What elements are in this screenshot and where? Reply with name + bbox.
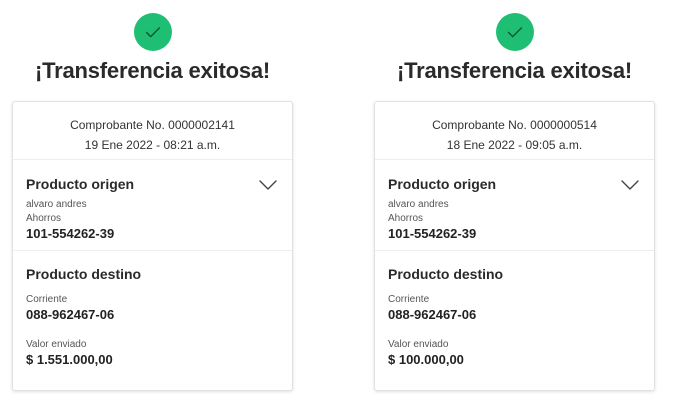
receipt-header: Comprobante No. 0000000514 18 Ene 2022 -… [375,102,654,160]
receipt-number: Comprobante No. 0000000514 [432,118,597,132]
origin-owner: alvaro andres [388,199,449,210]
amount-label: Valor enviado [26,339,87,350]
origin-owner: alvaro andres [26,199,87,210]
origin-product-section[interactable]: Producto origen alvaro andres Ahorros 10… [13,160,292,251]
origin-account-type: Ahorros [388,213,424,224]
receipt-date: 19 Ene 2022 - 08:21 a.m. [84,138,221,152]
success-check-icon [134,13,172,51]
success-title: ¡Transferencia exitosa! [396,58,633,83]
destination-heading: Producto destino [388,266,504,282]
transfer-receipt-card: Comprobante No. 0000000514 18 Ene 2022 -… [374,101,655,391]
receipt-header: Comprobante No. 0000002141 19 Ene 2022 -… [13,102,292,160]
destination-account-type: Corriente [388,294,430,305]
success-check-icon [496,13,534,51]
destination-account-number: 088-962467-06 [26,307,115,322]
origin-account-type: Ahorros [26,213,62,224]
destination-product-section: Producto destino Corriente 088-962467-06… [375,251,654,367]
destination-account-type: Corriente [26,294,68,305]
destination-heading: Producto destino [26,266,142,282]
receipt-number: Comprobante No. 0000002141 [70,118,235,132]
origin-heading: Producto origen [26,176,135,192]
origin-heading: Producto origen [388,176,497,192]
origin-product-section[interactable]: Producto origen alvaro andres Ahorros 10… [375,160,654,251]
amount-value: $ 100.000,00 [388,352,464,367]
amount-label: Valor enviado [388,339,449,350]
chevron-down-icon[interactable] [258,178,278,196]
destination-product-section: Producto destino Corriente 088-962467-06… [13,251,292,367]
receipt-date: 18 Ene 2022 - 09:05 a.m. [446,138,583,152]
destination-account-number: 088-962467-06 [388,307,477,322]
origin-account-number: 101-554262-39 [388,226,477,241]
chevron-down-icon[interactable] [620,178,640,196]
transfer-receipt-card: Comprobante No. 0000002141 19 Ene 2022 -… [12,101,293,391]
success-title: ¡Transferencia exitosa! [34,58,271,83]
origin-account-number: 101-554262-39 [26,226,115,241]
amount-value: $ 1.551.000,00 [26,352,113,367]
